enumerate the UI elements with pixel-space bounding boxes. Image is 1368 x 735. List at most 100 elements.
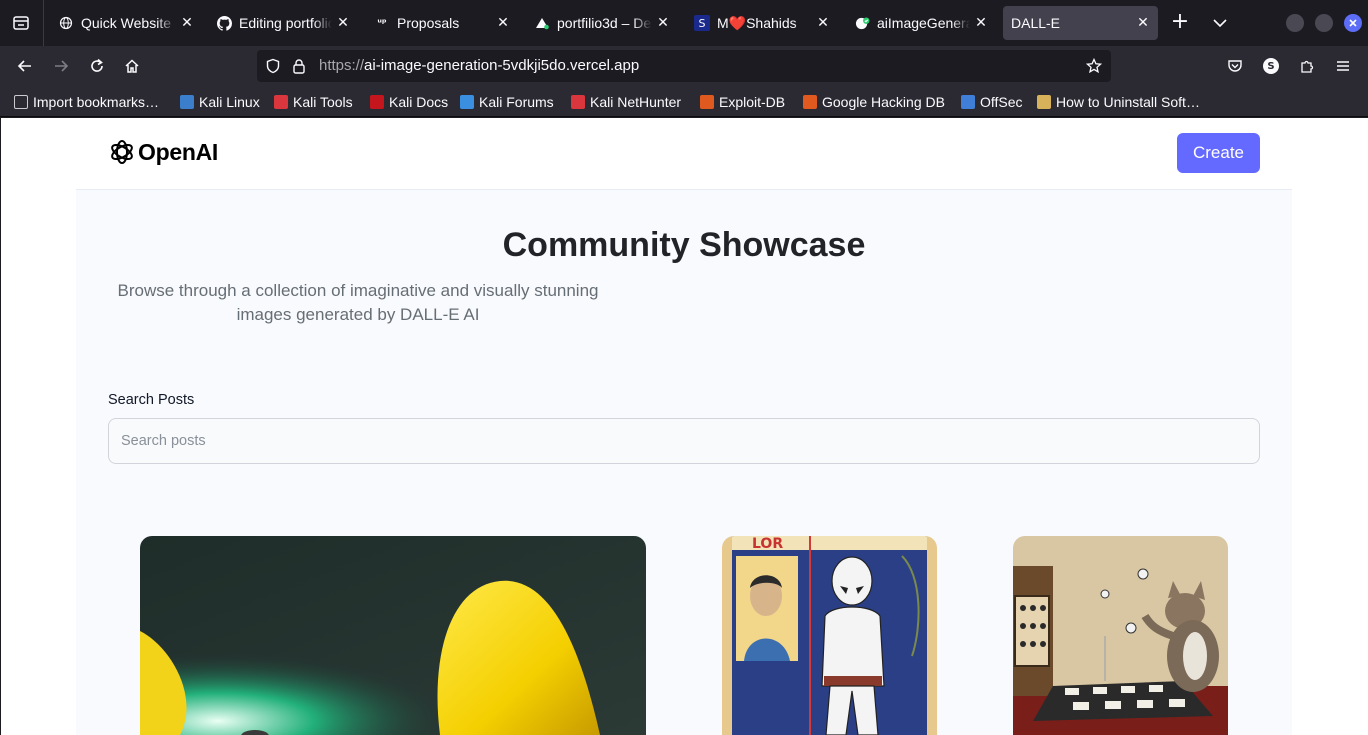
- tab-dall-e[interactable]: DALL-E ✕: [1003, 6, 1158, 40]
- arrow-right-icon: [55, 60, 69, 72]
- tab-quick-website[interactable]: Quick Website Builder ✕: [50, 6, 202, 40]
- home-button[interactable]: [118, 52, 146, 80]
- vercel-icon: [534, 15, 550, 31]
- tab-aiimagegenerator[interactable]: aiImageGenerator ✕: [846, 6, 996, 40]
- bookmark-label: Kali Tools: [293, 94, 353, 110]
- bookmark-label: How to Uninstall Soft…: [1056, 94, 1200, 110]
- lock-icon[interactable]: [291, 58, 307, 74]
- main-content: Community Showcase Browse through a coll…: [76, 190, 1292, 735]
- bookmark-kali-nethunter[interactable]: Kali NetHunter: [571, 92, 681, 112]
- close-tab-icon[interactable]: ✕: [1136, 16, 1150, 30]
- reload-icon: [91, 58, 103, 72]
- home-icon: [125, 59, 139, 73]
- bookmark-exploit-db[interactable]: Exploit-DB: [700, 92, 785, 112]
- exploit-db-icon: [700, 95, 714, 109]
- close-tab-icon[interactable]: ✕: [656, 16, 670, 30]
- globe-icon: [58, 15, 74, 31]
- url-text: https://ai-image-generation-5vdkji5do.ve…: [319, 57, 639, 74]
- generated-image: [1013, 536, 1228, 735]
- tab-title: aiImageGenerator: [877, 15, 970, 31]
- account-button[interactable]: S: [1257, 52, 1285, 80]
- menu-button[interactable]: [1329, 52, 1357, 80]
- kali-docs-icon: [370, 95, 384, 109]
- kali-dragon-icon: [180, 95, 194, 109]
- kali-forums-icon: [460, 95, 474, 109]
- arrow-left-icon: [17, 60, 31, 72]
- firefox-view-button[interactable]: [8, 10, 34, 36]
- tab-editing-portfolio[interactable]: Editing portfolio ✕: [208, 6, 358, 40]
- bookmark-import[interactable]: Import bookmarks…: [14, 92, 159, 112]
- bookmark-label: Import bookmarks…: [33, 94, 160, 110]
- search-input[interactable]: [108, 418, 1260, 464]
- close-tab-icon[interactable]: ✕: [496, 16, 510, 30]
- tab-title: Editing portfolio: [239, 15, 332, 31]
- close-tab-icon[interactable]: ✕: [336, 16, 350, 30]
- bookmark-label: OffSec: [980, 94, 1023, 110]
- bookmark-kali-linux[interactable]: Kali Linux: [180, 92, 260, 112]
- reload-button[interactable]: [83, 52, 111, 80]
- maximize-window-button[interactable]: [1315, 14, 1333, 32]
- extensions-button[interactable]: [1293, 52, 1321, 80]
- generated-image: [140, 536, 646, 735]
- tracking-shield-icon[interactable]: [265, 58, 281, 74]
- s-icon: S: [694, 15, 710, 31]
- close-tab-icon[interactable]: ✕: [974, 16, 988, 30]
- site-header: OpenAI Create: [76, 118, 1292, 190]
- bookmark-google-hacking-db[interactable]: Google Hacking DB: [803, 92, 945, 112]
- tab-proposals[interactable]: ᵘᵖ Proposals ✕: [366, 6, 518, 40]
- github-check-icon: [854, 15, 870, 31]
- tab-title: Quick Website Builder: [81, 15, 176, 31]
- post-card-image[interactable]: [1013, 536, 1228, 735]
- pocket-button[interactable]: [1221, 52, 1249, 80]
- openai-logo-link[interactable]: OpenAI: [108, 138, 218, 166]
- kali-tools-icon: [274, 95, 288, 109]
- pocket-icon: [1228, 60, 1242, 72]
- bookmark-kali-forums[interactable]: Kali Forums: [460, 92, 554, 112]
- bookmark-offsec[interactable]: OffSec: [961, 92, 1023, 112]
- page-subtitle: Browse through a collection of imaginati…: [117, 281, 599, 324]
- bookmark-star-icon[interactable]: [1086, 58, 1102, 74]
- tab-separator: [43, 0, 44, 46]
- offsec-icon: [961, 95, 975, 109]
- navigation-toolbar: https://ai-image-generation-5vdkji5do.ve…: [0, 46, 1368, 86]
- close-tab-icon[interactable]: ✕: [816, 16, 830, 30]
- upwork-icon: ᵘᵖ: [377, 17, 387, 29]
- bookmark-how-to-uninstall[interactable]: How to Uninstall Soft…: [1037, 92, 1200, 112]
- ghdb-icon: [803, 95, 817, 109]
- tab-shahids[interactable]: S M❤️Shahids ✕: [686, 6, 838, 40]
- tab-title: Proposals: [397, 15, 460, 31]
- bookmark-label: Google Hacking DB: [822, 94, 945, 110]
- chevron-down-icon: [1213, 19, 1227, 28]
- close-window-button[interactable]: [1344, 14, 1362, 32]
- tab-portfolio3d[interactable]: portfilio3d – Deployment ✕: [526, 6, 678, 40]
- create-button[interactable]: Create: [1177, 133, 1260, 173]
- bookmark-label: Kali Docs: [389, 94, 449, 110]
- back-button[interactable]: [11, 52, 39, 80]
- post-card-image[interactable]: LOR: [722, 536, 937, 735]
- post-card-image[interactable]: [140, 536, 646, 735]
- minimize-window-button[interactable]: [1286, 14, 1304, 32]
- bookmark-kali-tools[interactable]: Kali Tools: [274, 92, 353, 112]
- bookmark-label: Kali Forums: [479, 94, 554, 110]
- import-icon: [14, 95, 28, 109]
- list-all-tabs-button[interactable]: [1207, 10, 1233, 36]
- url-bar[interactable]: https://ai-image-generation-5vdkji5do.ve…: [257, 50, 1111, 82]
- hamburger-menu-icon: [1337, 61, 1349, 71]
- tab-title: M❤️Shahids: [717, 14, 797, 31]
- close-icon: [1349, 19, 1357, 27]
- uninstall-guide-icon: [1037, 95, 1051, 109]
- forward-button[interactable]: [47, 52, 75, 80]
- svg-text:LOR: LOR: [752, 536, 783, 552]
- search-label: Search Posts: [108, 392, 195, 408]
- web-page: OpenAI Create Community Showcase Browse …: [1, 118, 1368, 735]
- bookmark-kali-docs[interactable]: Kali Docs: [370, 92, 448, 112]
- bookmark-label: Kali NetHunter: [590, 94, 682, 110]
- bookmark-label: Exploit-DB: [719, 94, 786, 110]
- bookmarks-toolbar: Import bookmarks… Kali Linux Kali Tools …: [0, 86, 1368, 117]
- new-tab-button[interactable]: +: [1167, 10, 1193, 36]
- url-scheme: https://: [319, 57, 365, 74]
- generated-image: LOR: [722, 536, 937, 735]
- close-tab-icon[interactable]: ✕: [180, 16, 194, 30]
- page-title: Community Showcase: [502, 226, 866, 264]
- nethunter-icon: [571, 95, 585, 109]
